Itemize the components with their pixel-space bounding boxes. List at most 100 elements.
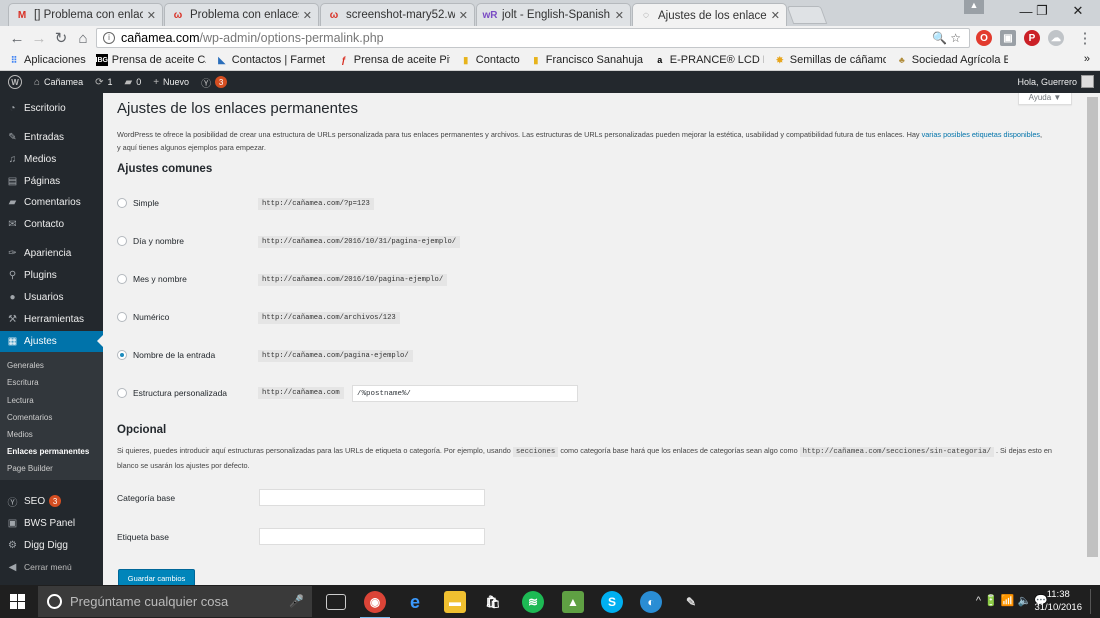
admin-bar-updates[interactable]: ⟳ 1 — [95, 77, 112, 88]
taskbar-clock[interactable]: 11:38 31/10/2016 — [1034, 588, 1082, 614]
radio-mes-y-nombre[interactable] — [117, 274, 127, 284]
admin-bar-seo[interactable]: Ⓨ 3 — [201, 75, 228, 90]
close-icon[interactable]: ✕ — [147, 9, 156, 22]
bookmark-icon: ▮ — [533, 54, 539, 65]
option-estructura-personalizada[interactable]: Estructura personalizada — [117, 388, 227, 398]
radio-estructura-personalizada[interactable] — [117, 388, 127, 398]
bookmark-item[interactable]: ✸ Semillas de cáñamo e — [774, 54, 886, 66]
opera-icon[interactable]: O — [976, 30, 992, 46]
forward-arrow-icon[interactable]: → — [30, 29, 48, 47]
admin-bar-comments[interactable]: ▰ 0 — [124, 77, 141, 88]
browser-tab-forum[interactable]: ω Problema con enlaces pe ✕ — [164, 3, 319, 26]
sidebar-item-plugins[interactable]: ⚲ Plugins — [0, 265, 103, 285]
browser-tab-screenshot[interactable]: ω screenshot-mary52.webe ✕ — [320, 3, 475, 26]
submenu-page-builder[interactable]: Page Builder — [7, 464, 53, 473]
bookmark-apps[interactable]: ⠿ Aplicaciones — [8, 54, 86, 66]
file-explorer-icon[interactable]: ▬ — [444, 591, 466, 613]
submenu-medios[interactable]: Medios — [7, 430, 33, 439]
bookmark-item[interactable]: ▮ Francisco Sanahuja Bo — [530, 54, 643, 66]
back-arrow-icon[interactable]: ← — [8, 29, 26, 47]
task-view-icon[interactable] — [326, 594, 346, 610]
bookmark-item[interactable]: ♣ Sociedad Agrícola Ele — [896, 54, 1008, 66]
option-mes-y-nombre[interactable]: Mes y nombre — [117, 274, 187, 284]
bookmark-item[interactable]: a E-PRANCE® LCD Básc — [654, 54, 764, 66]
submenu-lectura[interactable]: Lectura — [7, 396, 34, 405]
profile-icon[interactable]: ▲ — [964, 0, 984, 14]
sidebar-item-bws-panel[interactable]: ▣ BWS Panel — [0, 513, 103, 533]
more-bookmarks-icon[interactable]: » — [1084, 53, 1090, 65]
sidebar-item-contacto[interactable]: ✉ Contacto — [0, 214, 103, 234]
custom-structure-input[interactable] — [352, 385, 578, 402]
radio-simple[interactable] — [117, 198, 127, 208]
submenu-generales[interactable]: Generales — [7, 361, 44, 370]
close-icon[interactable]: ✕ — [459, 9, 468, 22]
show-desktop-button[interactable] — [1090, 589, 1098, 614]
microphone-icon[interactable]: 🎤 — [289, 594, 304, 608]
scrollbar-thumb[interactable] — [1087, 97, 1098, 557]
option-nombre-entrada[interactable]: Nombre de la entrada — [117, 350, 215, 360]
sidebar-item-comentarios[interactable]: ▰ Comentarios — [0, 192, 103, 212]
browser-tab-active[interactable]: ◌ Ajustes de los enlaces pe ✕ — [632, 3, 787, 27]
menu-dots-icon[interactable]: ⋮ — [1076, 29, 1094, 47]
bookmark-item[interactable]: IBG Prensa de aceite CA59 — [96, 54, 206, 66]
sidebar-item-medios[interactable]: ♫ Medios — [0, 149, 103, 169]
pinterest-icon[interactable]: P — [1024, 30, 1040, 46]
browser-tab-gmail[interactable]: M [] Problema con enlaces ✕ — [8, 3, 163, 26]
sidebar-item-ajustes[interactable]: ▦ Ajustes — [0, 331, 103, 352]
save-changes-button[interactable]: Guardar cambios — [118, 569, 195, 585]
admin-bar-site[interactable]: ⌂ Cañamea — [34, 77, 83, 88]
submenu-escritura[interactable]: Escritura — [7, 378, 39, 387]
chrome-icon[interactable]: ◉ — [360, 591, 390, 618]
extension-icon[interactable]: ▣ — [1000, 30, 1016, 46]
submenu-comentarios[interactable]: Comentarios — [7, 413, 52, 422]
option-dia-y-nombre[interactable]: Día y nombre — [117, 236, 184, 246]
sidebar-item-entradas[interactable]: ✎ Entradas — [0, 127, 103, 147]
radio-numerico[interactable] — [117, 312, 127, 322]
sidebar-item-digg-digg[interactable]: ⚙ Digg Digg — [0, 535, 103, 555]
paint-icon[interactable]: ✎ — [680, 591, 702, 613]
taskbar-search-box[interactable]: Pregúntame cualquier cosa 🎤 — [38, 586, 312, 617]
sidebar-item-usuarios[interactable]: ● Usuarios — [0, 287, 103, 307]
app-icon[interactable]: ◐ — [640, 591, 662, 613]
bookmark-item[interactable]: ƒ Prensa de aceite Piteb — [338, 54, 450, 66]
wordpress-logo-icon[interactable]: W — [8, 75, 22, 89]
admin-bar-new[interactable]: + Nuevo — [153, 77, 189, 88]
sidebar-item-escritorio[interactable]: ◔ Escritorio — [0, 98, 103, 118]
home-icon[interactable]: ⌂ — [74, 29, 92, 47]
sidebar-item-apariencia[interactable]: ✑ Apariencia — [0, 243, 103, 263]
skype-icon[interactable]: S — [601, 591, 623, 613]
info-icon[interactable]: i — [103, 32, 115, 44]
sidebar-item-seo[interactable]: Ⓨ SEO 3 — [0, 491, 103, 511]
cloud-icon[interactable]: ☁ — [1048, 30, 1064, 46]
close-icon[interactable]: ✕ — [615, 9, 624, 22]
reload-icon[interactable]: ↻ — [52, 29, 70, 47]
browser-tab-wordreference[interactable]: wR jolt - English-Spanish Dic ✕ — [476, 3, 631, 26]
store-icon[interactable]: 🛍 — [482, 591, 504, 613]
spotify-icon[interactable]: ≋ — [522, 591, 544, 613]
bookmark-item[interactable]: ▮ Contacto — [460, 54, 520, 66]
windows-start-icon[interactable] — [10, 594, 25, 609]
close-icon[interactable]: ✕ — [771, 9, 780, 22]
help-tab-button[interactable]: Ayuda ▼ — [1018, 93, 1072, 105]
address-bar[interactable]: i cañamea.com/wp-admin/options-permalink… — [96, 28, 970, 48]
zoom-bookmark-icons[interactable]: 🔍 ☆ — [932, 31, 961, 45]
tag-base-input[interactable] — [259, 528, 485, 545]
close-icon[interactable]: ✕ — [303, 9, 312, 22]
radio-dia-y-nombre[interactable] — [117, 236, 127, 246]
sidebar-item-paginas[interactable]: ▤ Páginas — [0, 171, 103, 191]
bookmark-item[interactable]: ◣ Contactos | Farmet a. — [216, 54, 327, 66]
window-close-icon[interactable]: ✕ — [1056, 0, 1100, 22]
collapse-menu-button[interactable]: ◀ Cerrar menú — [0, 557, 103, 577]
new-tab-button[interactable] — [786, 6, 828, 24]
vertical-scrollbar[interactable] — [1085, 93, 1100, 585]
sidebar-item-herramientas[interactable]: ⚒ Herramientas — [0, 309, 103, 329]
admin-bar-account[interactable]: Hola, Guerrero — [1017, 75, 1094, 88]
minecraft-icon[interactable]: ▲ — [562, 591, 584, 613]
edge-icon[interactable]: e — [404, 591, 426, 613]
option-simple[interactable]: Simple — [117, 198, 159, 208]
category-base-input[interactable] — [259, 489, 485, 506]
radio-nombre-entrada[interactable] — [117, 350, 127, 360]
available-tags-link[interactable]: varias posibles etiquetas disponibles — [922, 130, 1040, 139]
option-numerico[interactable]: Numérico — [117, 312, 169, 322]
submenu-enlaces-permanentes[interactable]: Enlaces permanentes — [7, 447, 89, 456]
